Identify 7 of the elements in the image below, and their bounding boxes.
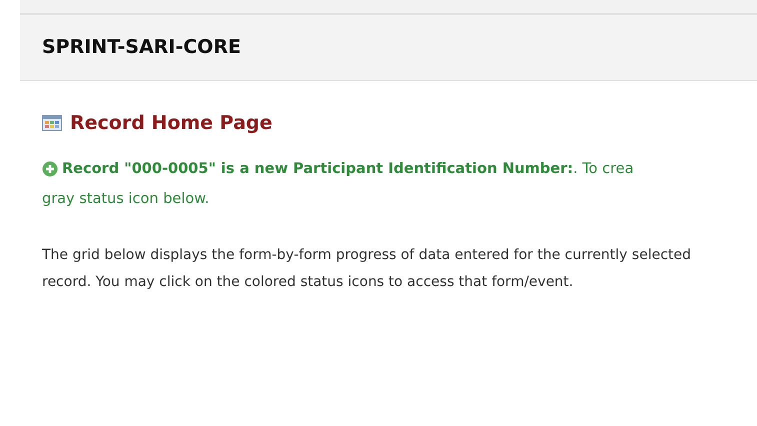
page-heading: Record Home Page xyxy=(70,111,272,136)
project-title: SPRINT-SARI-CORE xyxy=(42,35,241,60)
success-message-text: Record "000-0005" is a new Participant Identification Number:. To crea xyxy=(62,160,634,178)
description-text: The grid below displays the form-by-form progress of data entered for the currently selected record. You may click on the colored status icons to access that form/event. xyxy=(42,246,692,292)
table-icon xyxy=(42,115,62,132)
add-icon xyxy=(42,160,58,176)
success-message-text: gray status icon below. xyxy=(42,190,210,208)
